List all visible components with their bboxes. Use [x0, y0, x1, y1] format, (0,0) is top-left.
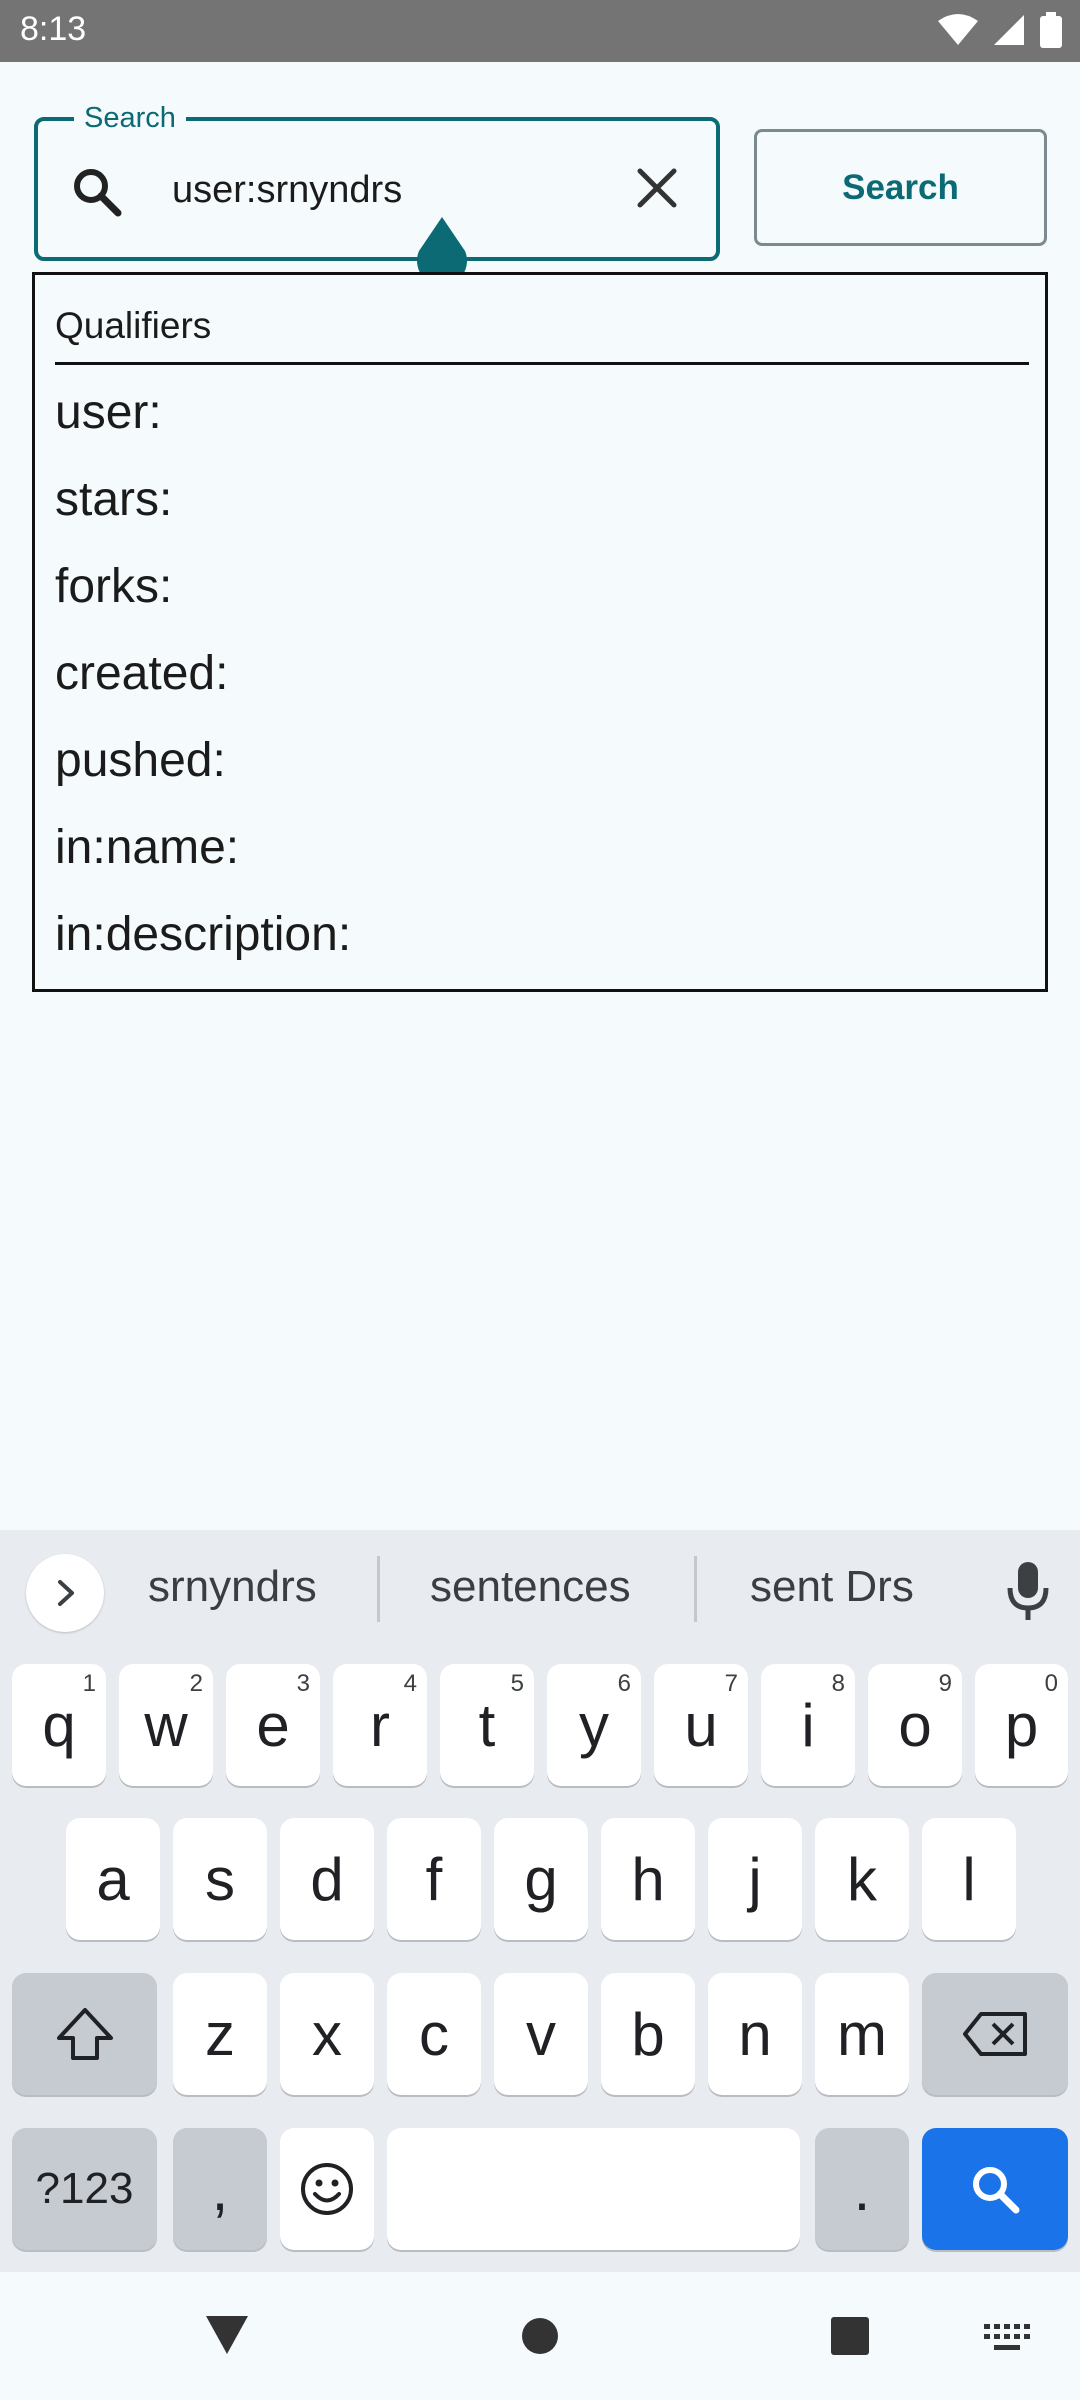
- status-icons: [938, 12, 1062, 48]
- microphone-icon[interactable]: [1004, 1560, 1052, 1624]
- key-label: q: [42, 1691, 76, 1759]
- keyboard-switch-icon[interactable]: [984, 2324, 1030, 2352]
- suggestion-item[interactable]: sent Drs: [750, 1562, 914, 1612]
- key-hint: 5: [510, 1670, 524, 1697]
- shift-icon: [56, 2008, 113, 2060]
- wifi-icon: [938, 14, 978, 45]
- soft-keyboard: srnyndrs sentences sent Drs q1 w2 e3 r4 …: [0, 1530, 1080, 2272]
- key-hint: 2: [189, 1670, 203, 1697]
- key-label: u: [684, 1691, 718, 1759]
- key-hint: 8: [831, 1670, 845, 1697]
- back-icon[interactable]: [204, 2314, 250, 2356]
- close-icon[interactable]: [634, 165, 680, 211]
- key-g[interactable]: g: [494, 1818, 588, 1940]
- symbols-key[interactable]: ?123: [12, 2128, 157, 2250]
- keyboard-expand-button[interactable]: [26, 1554, 104, 1632]
- status-time: 8:13: [20, 10, 87, 48]
- key-r[interactable]: r4: [333, 1664, 427, 1786]
- key-k[interactable]: k: [815, 1818, 909, 1940]
- key-n[interactable]: n: [708, 1973, 802, 2095]
- key-q[interactable]: q1: [12, 1664, 106, 1786]
- qualifiers-dropdown: Qualifiers user: stars: forks: created: …: [32, 272, 1048, 992]
- qualifier-item-in-name[interactable]: in:name:: [55, 820, 351, 907]
- suggestion-item[interactable]: sentences: [430, 1562, 631, 1612]
- cell-signal-icon: [994, 15, 1024, 45]
- key-label: w: [144, 1691, 188, 1759]
- key-l[interactable]: l: [922, 1818, 1016, 1940]
- key-label: r: [370, 1691, 390, 1759]
- key-label: y: [579, 1691, 609, 1759]
- search-input[interactable]: Search user:srnyndrs: [34, 101, 720, 261]
- home-icon[interactable]: [520, 2316, 560, 2356]
- key-hint: 0: [1044, 1670, 1058, 1697]
- key-label: t: [478, 1691, 496, 1759]
- key-f[interactable]: f: [387, 1818, 481, 1940]
- key-h[interactable]: h: [601, 1818, 695, 1940]
- comma-key[interactable]: ,: [173, 2128, 267, 2250]
- qualifier-item-stars[interactable]: stars:: [55, 472, 351, 559]
- shift-key[interactable]: [12, 1973, 157, 2095]
- search-field-label: Search: [74, 101, 186, 135]
- suggestion-divider: [377, 1556, 380, 1622]
- key-hint: 9: [938, 1670, 952, 1697]
- suggestion-item[interactable]: srnyndrs: [148, 1562, 317, 1612]
- key-t[interactable]: t5: [440, 1664, 534, 1786]
- key-label: p: [1004, 1691, 1039, 1759]
- key-w[interactable]: w2: [119, 1664, 213, 1786]
- key-a[interactable]: a: [66, 1818, 160, 1940]
- key-s[interactable]: s: [173, 1818, 267, 1940]
- qualifier-item-in-description[interactable]: in:description:: [55, 907, 351, 994]
- recents-icon[interactable]: [830, 2316, 870, 2356]
- chevron-right-icon: [58, 1580, 74, 1606]
- emoji-icon: [301, 2163, 353, 2215]
- qualifiers-list: user: stars: forks: created: pushed: in:…: [55, 385, 351, 994]
- key-hint: 4: [403, 1670, 417, 1697]
- key-x[interactable]: x: [280, 1973, 374, 2095]
- key-m[interactable]: m: [815, 1973, 909, 2095]
- key-c[interactable]: c: [387, 1973, 481, 2095]
- backspace-icon: [963, 2012, 1027, 2056]
- key-v[interactable]: v: [494, 1973, 588, 2095]
- battery-icon: [1040, 12, 1062, 48]
- search-button[interactable]: Search: [754, 129, 1047, 246]
- key-label: o: [898, 1691, 932, 1759]
- period-key[interactable]: .: [815, 2128, 909, 2250]
- key-label: e: [256, 1691, 290, 1759]
- key-y[interactable]: y6: [547, 1664, 641, 1786]
- key-o[interactable]: o9: [868, 1664, 962, 1786]
- key-label: i: [801, 1691, 815, 1759]
- qualifiers-header: Qualifiers: [55, 305, 1029, 365]
- key-i[interactable]: i8: [761, 1664, 855, 1786]
- navigation-bar: [0, 2272, 1080, 2400]
- search-icon: [973, 2167, 1020, 2214]
- key-j[interactable]: j: [708, 1818, 802, 1940]
- key-e[interactable]: e3: [226, 1664, 320, 1786]
- qualifier-item-user[interactable]: user:: [55, 385, 351, 472]
- key-hint: 7: [724, 1670, 738, 1697]
- backspace-key[interactable]: [922, 1973, 1068, 2095]
- suggestion-divider: [694, 1556, 697, 1622]
- space-key[interactable]: [387, 2128, 800, 2250]
- key-d[interactable]: d: [280, 1818, 374, 1940]
- qualifier-item-forks[interactable]: forks:: [55, 559, 351, 646]
- key-hint: 1: [82, 1670, 96, 1697]
- status-bar: 8:13: [0, 0, 1080, 62]
- key-u[interactable]: u7: [654, 1664, 748, 1786]
- search-action-key[interactable]: [922, 2128, 1068, 2250]
- key-p[interactable]: p0: [975, 1664, 1068, 1786]
- emoji-key[interactable]: [280, 2128, 374, 2250]
- key-hint: 3: [296, 1670, 310, 1697]
- key-hint: 6: [617, 1670, 631, 1697]
- key-b[interactable]: b: [601, 1973, 695, 2095]
- qualifier-item-pushed[interactable]: pushed:: [55, 733, 351, 820]
- key-z[interactable]: z: [173, 1973, 267, 2095]
- search-icon: [74, 169, 122, 217]
- search-input-value[interactable]: user:srnyndrs: [172, 165, 402, 215]
- suggestion-bar: srnyndrs sentences sent Drs: [0, 1530, 1080, 1658]
- qualifier-item-created[interactable]: created:: [55, 646, 351, 733]
